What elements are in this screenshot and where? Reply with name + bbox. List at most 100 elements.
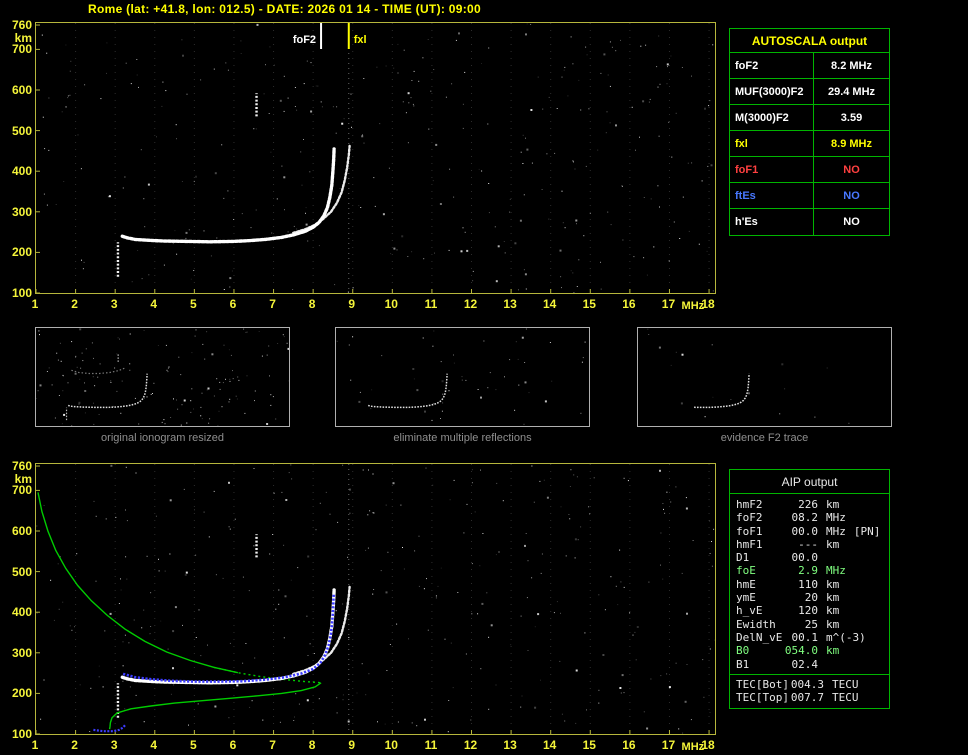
x-tick-label: 8 xyxy=(308,738,316,752)
param-label: h'Es xyxy=(730,209,814,235)
aip-tec-rows: TEC[Bot] 004.3 TECU TEC[Top] 007.7 TECU xyxy=(730,673,889,709)
y-tick-label: 760 xyxy=(11,459,32,474)
aip-value: 08.2 xyxy=(791,511,819,525)
profile-ionogram-canvas xyxy=(36,464,715,734)
autoscala-row-ftes: ftEs NO xyxy=(730,183,889,209)
y-axis-unit: km xyxy=(14,31,32,46)
aip-row-fof2: foF2 08.2 MHz xyxy=(730,511,889,524)
aip-name: foF1 xyxy=(736,524,763,538)
x-tick-label: 10 xyxy=(384,738,398,752)
aip-row-hmf2: hmF2 226 km xyxy=(730,498,889,511)
fxl-marker-label: fxl xyxy=(354,34,367,46)
thumbnail-caption-cleaned: eliminate multiple reflections xyxy=(393,432,532,444)
aip-name: ymE xyxy=(736,591,756,605)
aip-row-tecbot: TEC[Bot] 004.3 TECU xyxy=(730,678,889,691)
aip-name: h_vE xyxy=(736,604,763,618)
aip-value: 25 xyxy=(804,617,818,631)
noise-speckle xyxy=(36,328,289,426)
thumbnail-f2-canvas xyxy=(647,328,850,424)
interference-streaks xyxy=(116,93,258,277)
aip-unit: km xyxy=(826,537,840,551)
y-tick-label: 300 xyxy=(11,645,32,660)
restored-trace xyxy=(93,593,335,733)
x-tick-label: 2 xyxy=(71,738,78,752)
aip-value: --- xyxy=(798,537,818,551)
aip-value: 110 xyxy=(798,577,818,591)
aip-note: [PN] xyxy=(853,524,881,538)
param-value: 29.4 MHz xyxy=(827,86,876,98)
aip-value: 120 xyxy=(798,604,818,618)
aip-row-hmf1: hmF1 --- km xyxy=(730,538,889,551)
y-tick-label: 700 xyxy=(11,483,32,498)
y-tick-label: 400 xyxy=(11,605,32,620)
y-tick-label: 760 xyxy=(11,18,32,33)
scaled-ionogram-plot: foF2 fxl xyxy=(35,22,716,294)
param-value: NO xyxy=(843,190,860,202)
param-value: NO xyxy=(843,216,860,228)
ionogram-f2-trace xyxy=(694,373,750,409)
aip-unit: km xyxy=(826,498,840,511)
y-tick-label: 500 xyxy=(11,123,32,138)
x-axis-unit: MHz xyxy=(681,300,705,312)
aip-name: B0 xyxy=(736,644,750,658)
param-label: ftEs xyxy=(730,183,814,208)
x-tick-label: 15 xyxy=(582,297,596,311)
x-tick-label: 16 xyxy=(622,738,636,752)
noise-speckle xyxy=(336,328,586,425)
electron-density-profile xyxy=(37,492,322,730)
aip-value: 226 xyxy=(798,498,818,511)
aip-output-table: AIP output hmF2 226 km foF2 08.2 MHz foF1 00.0 M… xyxy=(729,469,890,710)
noise-speckle xyxy=(41,23,714,293)
autoscala-table-rows: foF2 8.2 MHz MUF(3000)F2 29.4 MHz M(3000)F2 3… xyxy=(730,53,889,235)
scaled-ionogram-canvas: foF2 fxl xyxy=(36,23,714,293)
aip-unit: km xyxy=(826,644,840,658)
aip-unit: km xyxy=(826,577,840,591)
y-tick-label: 200 xyxy=(11,245,32,260)
aip-row-foe: foE 2.9 MHz xyxy=(730,564,889,577)
aip-value: 20 xyxy=(804,591,818,605)
thumbnail-original-canvas xyxy=(36,328,289,426)
x-tick-label: 4 xyxy=(150,297,158,311)
x-tick-label: 15 xyxy=(582,738,596,752)
y-tick-label: 200 xyxy=(11,686,32,701)
aip-row-b1: B1 02.4 xyxy=(730,658,889,671)
thumbnail-cleaned-canvas xyxy=(336,328,586,425)
x-tick-label: 7 xyxy=(269,297,276,311)
aip-value: 02.4 xyxy=(791,657,819,671)
aip-value: 004.3 xyxy=(790,677,824,691)
aip-unit: MHz xyxy=(826,511,846,525)
thumbnail-caption-original: original ionogram resized xyxy=(101,432,224,444)
aip-name: D1 xyxy=(736,551,750,565)
aip-unit: MHz xyxy=(826,564,846,578)
y-tick-label: 600 xyxy=(11,82,32,97)
param-label: fxl xyxy=(730,131,814,156)
x-tick-label: 11 xyxy=(424,738,438,752)
autoscala-row-muf3000f2: MUF(3000)F2 29.4 MHz xyxy=(730,79,889,105)
y-tick-label: 100 xyxy=(11,727,32,741)
aip-unit: TECU xyxy=(832,677,859,691)
aip-unit: m^(-3) xyxy=(826,630,866,644)
x-tick-label: 3 xyxy=(110,738,118,752)
param-value: 8.9 MHz xyxy=(831,138,872,150)
x-tick-label: 1 xyxy=(31,738,39,752)
x-tick-label: 6 xyxy=(229,297,237,311)
plot-gridlines xyxy=(75,23,710,293)
param-value: 3.59 xyxy=(840,112,863,124)
x-tick-label: 18 xyxy=(701,738,715,752)
y-tick-label: 300 xyxy=(11,204,32,219)
aip-value: 054.0 xyxy=(784,644,818,658)
secondary-echoes xyxy=(65,353,125,421)
x-tick-label: 17 xyxy=(661,297,676,311)
station-title: Rome (lat: +41.8, lon: 012.5) - DATE: 20… xyxy=(88,2,481,16)
param-label: foF1 xyxy=(730,157,814,182)
autoscala-row-fof2: foF2 8.2 MHz xyxy=(730,53,889,79)
thumbnail-cleaned-ionogram xyxy=(335,327,590,427)
param-value: NO xyxy=(843,164,860,176)
noise-speckle xyxy=(36,464,715,734)
x-tick-label: 13 xyxy=(503,297,517,311)
x-tick-label: 5 xyxy=(190,297,197,311)
aip-row-tectop: TEC[Top] 007.7 TECU xyxy=(730,691,889,704)
fof2-marker-label: foF2 xyxy=(293,34,316,46)
x-tick-label: 16 xyxy=(622,297,636,311)
x-tick-label: 17 xyxy=(661,738,676,752)
